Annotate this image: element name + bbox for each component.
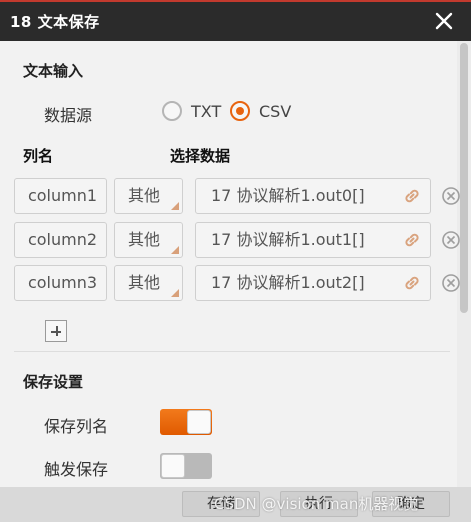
text-save-dialog: 18 文本保存 文本输入 数据源 TXT CSV 列名 选择数据 column1… xyxy=(0,0,471,522)
column-type-select[interactable]: 其他 xyxy=(114,265,183,301)
column-name-input[interactable]: column3 xyxy=(14,265,107,301)
column-data-value: 17 协议解析1.out0[] xyxy=(211,186,365,205)
close-icon[interactable] xyxy=(430,7,458,35)
section-divider xyxy=(14,351,450,352)
data-source-label: 数据源 xyxy=(44,106,93,125)
radio-csv[interactable] xyxy=(230,101,250,121)
column-data-value: 17 协议解析1.out2[] xyxy=(211,273,365,292)
toggle-knob xyxy=(187,410,211,434)
column-name-input[interactable]: column2 xyxy=(14,222,107,258)
scrollbar[interactable] xyxy=(457,41,471,487)
column-name-input[interactable]: column1 xyxy=(14,178,107,214)
save-column-names-toggle[interactable] xyxy=(160,409,212,435)
save-column-names-label: 保存列名 xyxy=(44,417,109,436)
scrollbar-thumb[interactable] xyxy=(460,43,468,313)
remove-row-icon[interactable] xyxy=(441,186,461,206)
watermark: CSDN @vision man机器视觉 xyxy=(214,495,419,513)
dialog-title: 18 文本保存 xyxy=(10,13,100,31)
radio-csv-label[interactable]: CSV xyxy=(259,102,291,121)
column-data-value: 17 协议解析1.out1[] xyxy=(211,230,365,249)
radio-txt-label[interactable]: TXT xyxy=(191,102,221,121)
column-data-field[interactable]: 17 协议解析1.out0[] xyxy=(195,178,431,214)
column-type-select[interactable]: 其他 xyxy=(114,222,183,258)
column-type-select[interactable]: 其他 xyxy=(114,178,183,214)
link-icon[interactable] xyxy=(402,231,422,249)
select-data-header: 选择数据 xyxy=(170,147,231,165)
remove-row-icon[interactable] xyxy=(441,273,461,293)
title-bar: 18 文本保存 xyxy=(0,0,471,41)
trigger-save-label: 触发保存 xyxy=(44,460,109,479)
add-column-button[interactable] xyxy=(45,320,67,342)
column-data-field[interactable]: 17 协议解析1.out2[] xyxy=(195,265,431,301)
column-name-header: 列名 xyxy=(23,147,54,165)
radio-txt[interactable] xyxy=(162,101,182,121)
toggle-knob xyxy=(161,454,185,478)
section-title-text-input: 文本输入 xyxy=(23,62,84,80)
remove-row-icon[interactable] xyxy=(441,230,461,250)
link-icon[interactable] xyxy=(402,274,422,292)
section-title-save-settings: 保存设置 xyxy=(23,373,84,391)
link-icon[interactable] xyxy=(402,187,422,205)
column-data-field[interactable]: 17 协议解析1.out1[] xyxy=(195,222,431,258)
trigger-save-toggle[interactable] xyxy=(160,453,212,479)
